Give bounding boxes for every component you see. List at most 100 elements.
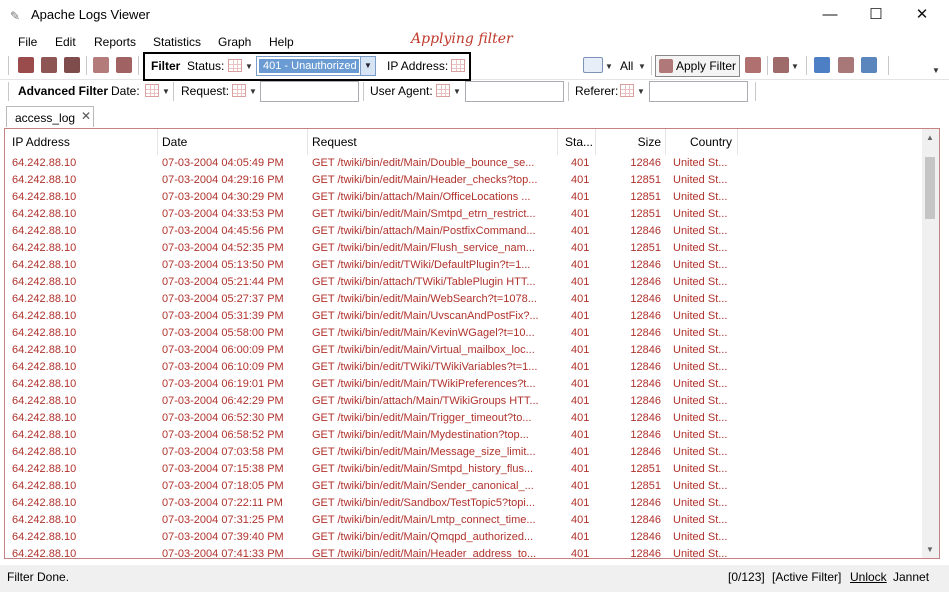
save-icon[interactable] <box>18 57 34 73</box>
cell-country: United St... <box>673 276 728 288</box>
request-grid-icon[interactable] <box>232 84 246 97</box>
table-row[interactable]: 64.242.88.10 07-03-2004 07:41:33 PM GET /t… <box>5 546 921 559</box>
table-row[interactable]: 64.242.88.10 07-03-2004 07:03:58 PM GET /t… <box>5 444 921 461</box>
column-divider[interactable] <box>737 129 738 155</box>
refresh-icon[interactable] <box>814 57 830 73</box>
table-row[interactable]: 64.242.88.10 07-03-2004 05:31:39 PM GET /t… <box>5 308 921 325</box>
table-row[interactable]: 64.242.88.10 07-03-2004 04:29:16 PM GET /t… <box>5 172 921 189</box>
table-row[interactable]: 64.242.88.10 07-03-2004 05:58:00 PM GET /t… <box>5 325 921 342</box>
table-row[interactable]: 64.242.88.10 07-03-2004 05:27:37 PM GET /t… <box>5 291 921 308</box>
cell-size: 12846 <box>630 225 661 237</box>
advanced-filter-label: Advanced Filter <box>18 84 109 98</box>
table-row[interactable]: 64.242.88.10 07-03-2004 06:19:01 PM GET /t… <box>5 376 921 393</box>
table-row[interactable]: 64.242.88.10 07-03-2004 06:52:30 PM GET /t… <box>5 410 921 427</box>
scroll-down-icon[interactable]: ▼ <box>926 545 934 554</box>
table-row[interactable]: 64.242.88.10 07-03-2004 06:42:29 PM GET /t… <box>5 393 921 410</box>
view-icon[interactable] <box>583 57 603 73</box>
chevron-down-icon[interactable]: ▼ <box>605 62 613 71</box>
column-divider[interactable] <box>307 129 308 155</box>
column-divider[interactable] <box>557 129 558 155</box>
column-header-ip[interactable]: IP Address <box>12 129 70 155</box>
all-dropdown[interactable]: All <box>620 59 633 73</box>
column-header-size[interactable]: Size <box>595 129 661 155</box>
cell-country: United St... <box>673 225 728 237</box>
vertical-scrollbar[interactable]: ▲ ▼ <box>922 129 939 558</box>
link-icon[interactable] <box>93 57 109 73</box>
tools-icon[interactable] <box>838 57 854 73</box>
column-divider[interactable] <box>157 129 158 155</box>
cell-country: United St... <box>673 327 728 339</box>
table-row[interactable]: 64.242.88.10 07-03-2004 04:33:53 PM GET /t… <box>5 206 921 223</box>
column-header-country[interactable]: Country <box>690 129 732 155</box>
tab-access-log[interactable]: access_log ✕ <box>6 106 94 127</box>
filter-options-icon[interactable] <box>773 57 789 73</box>
table-row[interactable]: 64.242.88.10 07-03-2004 07:18:05 PM GET /t… <box>5 478 921 495</box>
close-icon[interactable]: ✕ <box>899 0 945 30</box>
export-icon[interactable] <box>41 57 57 73</box>
apply-filter-button[interactable]: Apply Filter <box>655 55 740 77</box>
date-grid-icon[interactable] <box>145 84 159 97</box>
menu-graph[interactable]: Graph <box>218 35 251 49</box>
cell-date: 07-03-2004 04:45:56 PM <box>162 225 284 237</box>
chevron-down-icon[interactable]: ▼ <box>162 87 170 96</box>
maximize-icon[interactable]: ☐ <box>853 0 899 30</box>
unlock-link[interactable]: Unlock <box>850 570 887 584</box>
cell-date: 07-03-2004 06:00:09 PM <box>162 344 284 356</box>
delete-icon[interactable] <box>64 57 80 73</box>
overflow-chevron-icon[interactable]: ▼ <box>932 66 940 75</box>
table-row[interactable]: 64.242.88.10 07-03-2004 04:30:29 PM GET /t… <box>5 189 921 206</box>
cell-ip: 64.242.88.10 <box>12 378 77 390</box>
table-row[interactable]: 64.242.88.10 07-03-2004 04:05:49 PM GET /t… <box>5 155 921 172</box>
reload-icon[interactable] <box>861 57 877 73</box>
menu-reports[interactable]: Reports <box>94 35 136 49</box>
list-icon[interactable] <box>116 57 132 73</box>
chevron-down-icon[interactable]: ▼ <box>249 87 257 96</box>
referer-input[interactable] <box>649 81 748 102</box>
toolbar-separator <box>888 56 889 75</box>
cell-status: 401 <box>571 548 590 559</box>
table-row[interactable]: 64.242.88.10 07-03-2004 07:39:40 PM GET /t… <box>5 529 921 546</box>
cell-date: 07-03-2004 07:18:05 PM <box>162 480 284 492</box>
cell-status: 401 <box>571 157 590 169</box>
table-row[interactable]: 64.242.88.10 07-03-2004 07:22:11 PM GET /t… <box>5 495 921 512</box>
table-row[interactable]: 64.242.88.10 07-03-2004 07:31:25 PM GET /t… <box>5 512 921 529</box>
cell-ip: 64.242.88.10 <box>12 463 77 475</box>
menu-file[interactable]: File <box>18 35 37 49</box>
user-agent-grid-icon[interactable] <box>436 84 450 97</box>
request-input[interactable] <box>260 81 359 102</box>
table-row[interactable]: 64.242.88.10 07-03-2004 04:45:56 PM GET /t… <box>5 223 921 240</box>
cell-status: 401 <box>571 497 590 509</box>
cell-date: 07-03-2004 05:31:39 PM <box>162 310 284 322</box>
chevron-down-icon[interactable]: ▼ <box>638 62 646 71</box>
close-tab-icon[interactable]: ✕ <box>81 109 91 123</box>
table-row[interactable]: 64.242.88.10 07-03-2004 06:00:09 PM GET /t… <box>5 342 921 359</box>
menu-edit[interactable]: Edit <box>55 35 76 49</box>
referer-grid-icon[interactable] <box>620 84 634 97</box>
clear-filter-icon[interactable] <box>745 57 761 73</box>
table-row[interactable]: 64.242.88.10 07-03-2004 06:58:52 PM GET /t… <box>5 427 921 444</box>
table-row[interactable]: 64.242.88.10 07-03-2004 05:13:50 PM GET /t… <box>5 257 921 274</box>
table-row[interactable]: 64.242.88.10 07-03-2004 07:15:38 PM GET /t… <box>5 461 921 478</box>
scroll-up-icon[interactable]: ▲ <box>926 133 934 142</box>
menu-statistics[interactable]: Statistics <box>153 35 201 49</box>
menu-help[interactable]: Help <box>269 35 294 49</box>
cell-size: 12846 <box>630 531 661 543</box>
chevron-down-icon[interactable]: ▼ <box>637 87 645 96</box>
advanced-filter-toolbar: Advanced Filter Date: ▼ Request: ▼ User … <box>0 80 949 104</box>
cell-date: 07-03-2004 07:15:38 PM <box>162 463 284 475</box>
apply-filter-label: Apply Filter <box>676 59 737 73</box>
user-agent-input[interactable] <box>465 81 564 102</box>
table-row[interactable]: 64.242.88.10 07-03-2004 04:52:35 PM GET /t… <box>5 240 921 257</box>
column-header-request[interactable]: Request <box>312 129 357 155</box>
chevron-down-icon[interactable]: ▼ <box>791 62 799 71</box>
column-divider[interactable] <box>665 129 666 155</box>
table-row[interactable]: 64.242.88.10 07-03-2004 06:10:09 PM GET /t… <box>5 359 921 376</box>
scrollbar-thumb[interactable] <box>925 157 935 219</box>
table-row[interactable]: 64.242.88.10 07-03-2004 05:21:44 PM GET /t… <box>5 274 921 291</box>
user-name: Jannet <box>893 570 930 584</box>
column-header-status[interactable]: Sta... <box>565 129 593 155</box>
chevron-down-icon[interactable]: ▼ <box>453 87 461 96</box>
minimize-icon[interactable]: — <box>807 0 853 30</box>
cell-country: United St... <box>673 412 728 424</box>
column-header-date[interactable]: Date <box>162 129 187 155</box>
